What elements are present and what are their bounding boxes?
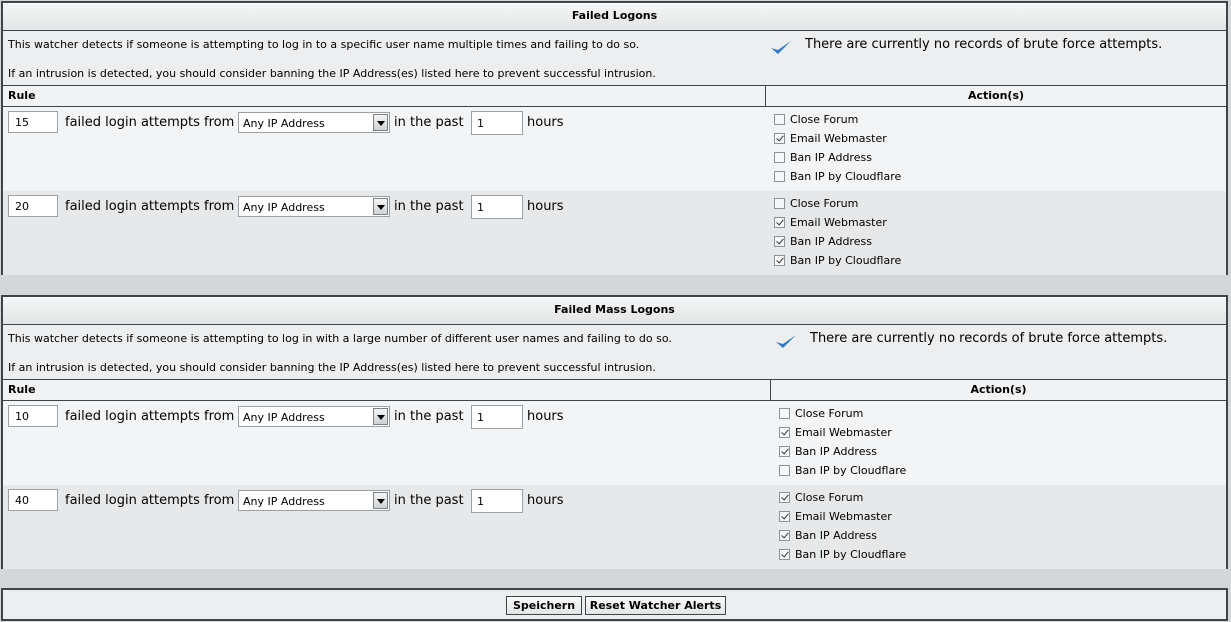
- rule-row: 40 failed login attempts from Any IP Add…: [3, 485, 1226, 569]
- rule-row: 20 failed login attempts from Any IP Add…: [3, 191, 1226, 275]
- checkbox[interactable]: [774, 114, 785, 125]
- checkbox[interactable]: [779, 465, 790, 476]
- status-text: There are currently no records of brute …: [810, 331, 1168, 346]
- ip-source-value: Any IP Address: [243, 495, 325, 508]
- rule-row: 15 failed login attempts from Any IP Add…: [3, 107, 1226, 191]
- actions-column-header: Action(s): [967, 89, 1025, 102]
- checkbox[interactable]: [774, 198, 785, 209]
- dropdown-arrow-icon[interactable]: [373, 114, 388, 131]
- attempts-count-input[interactable]: 15: [8, 111, 58, 133]
- hours-input[interactable]: 1: [471, 405, 523, 429]
- hours-input[interactable]: 1: [471, 195, 523, 219]
- past-label: in the past: [394, 115, 464, 130]
- rule-row: 10 failed login attempts from Any IP Add…: [3, 401, 1226, 485]
- failed-mass-logons-panel: Failed Mass Logons This watcher detects …: [1, 295, 1228, 569]
- dropdown-arrow-icon[interactable]: [373, 408, 388, 425]
- hours-input[interactable]: 1: [471, 111, 523, 135]
- hours-label: hours: [527, 409, 564, 424]
- checkbox[interactable]: [779, 511, 790, 522]
- watcher-description: This watcher detects if someone is attem…: [8, 38, 640, 51]
- checkbox[interactable]: [779, 408, 790, 419]
- watcher-description: This watcher detects if someone is attem…: [8, 332, 672, 345]
- checkbox[interactable]: [774, 133, 785, 144]
- actions-column-header: Action(s): [970, 383, 1027, 396]
- reset-watcher-alerts-button[interactable]: Reset Watcher Alerts: [585, 596, 726, 615]
- checkbox[interactable]: [774, 152, 785, 163]
- past-label: in the past: [394, 409, 464, 424]
- past-label: in the past: [394, 199, 464, 214]
- rule-column-header: Rule: [3, 380, 771, 400]
- past-label: in the past: [394, 493, 464, 508]
- failed-logons-panel: Failed Logons This watcher detects if so…: [1, 1, 1228, 275]
- checkbox[interactable]: [779, 492, 790, 503]
- hours-label: hours: [527, 115, 564, 130]
- checkbox[interactable]: [774, 217, 785, 228]
- section-title: Failed Mass Logons: [3, 297, 1226, 325]
- section-title: Failed Logons: [3, 3, 1226, 31]
- rules-header: Rule Action(s): [3, 85, 1226, 107]
- attempts-count-input[interactable]: 10: [8, 405, 58, 427]
- attempts-count-input[interactable]: 20: [8, 195, 58, 217]
- checkbox[interactable]: [774, 171, 785, 182]
- checkbox[interactable]: [779, 530, 790, 541]
- rule-column-header: Rule: [3, 86, 766, 106]
- hours-label: hours: [527, 199, 564, 214]
- ip-source-value: Any IP Address: [243, 201, 325, 214]
- ip-source-value: Any IP Address: [243, 411, 325, 424]
- intrusion-note: If an intrusion is detected, you should …: [8, 361, 656, 374]
- checkbox[interactable]: [774, 236, 785, 247]
- checkbox[interactable]: [779, 446, 790, 457]
- rules-header: Rule Action(s): [3, 379, 1226, 401]
- ip-source-select[interactable]: Any IP Address: [238, 490, 390, 511]
- ip-source-value: Any IP Address: [243, 117, 325, 130]
- status-text: There are currently no records of brute …: [805, 37, 1163, 52]
- checkbox[interactable]: [779, 549, 790, 560]
- hours-label: hours: [527, 493, 564, 508]
- dropdown-arrow-icon[interactable]: [373, 198, 388, 215]
- ip-source-select[interactable]: Any IP Address: [238, 196, 390, 217]
- ip-source-select[interactable]: Any IP Address: [238, 112, 390, 133]
- watcher-intro: This watcher detects if someone is attem…: [3, 31, 1226, 85]
- attempts-count-input[interactable]: 40: [8, 489, 58, 511]
- intrusion-note: If an intrusion is detected, you should …: [8, 67, 656, 80]
- attempts-label: failed login attempts from: [65, 409, 235, 424]
- ip-source-select[interactable]: Any IP Address: [238, 406, 390, 427]
- checkbox[interactable]: [774, 255, 785, 266]
- attempts-label: failed login attempts from: [65, 493, 235, 508]
- checkmark-icon: [771, 41, 791, 54]
- attempts-label: failed login attempts from: [65, 115, 235, 130]
- dropdown-arrow-icon[interactable]: [373, 492, 388, 509]
- watcher-intro: This watcher detects if someone is attem…: [3, 325, 1226, 379]
- save-button[interactable]: Speichern: [506, 596, 582, 615]
- form-footer: Speichern Reset Watcher Alerts: [1, 588, 1228, 621]
- hours-input[interactable]: 1: [471, 489, 523, 513]
- checkbox[interactable]: [779, 427, 790, 438]
- attempts-label: failed login attempts from: [65, 199, 235, 214]
- checkmark-icon: [776, 335, 796, 348]
